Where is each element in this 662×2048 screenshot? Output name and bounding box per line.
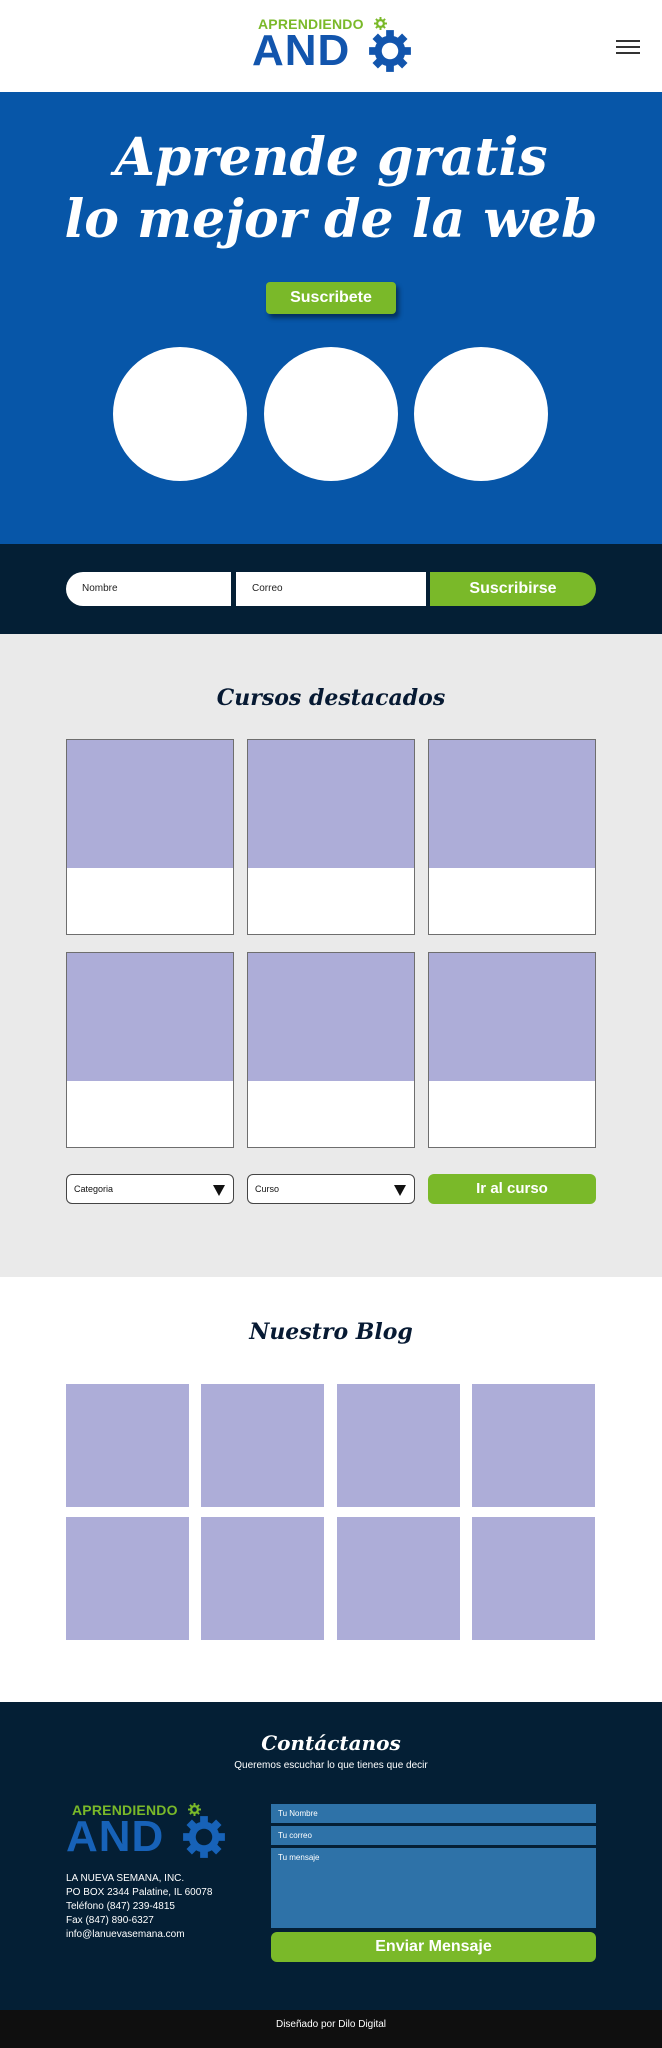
course-thumbnail xyxy=(429,953,595,1081)
hero-title-line2: lo mejor de la web xyxy=(64,189,598,250)
hero-section: Aprende gratis lo mejor de la web Suscri… xyxy=(0,92,662,544)
address-po-box: PO BOX 2344 Palatine, IL 60078 xyxy=(66,1887,213,1898)
contact-section: Contáctanos Queremos escuchar lo que tie… xyxy=(0,1702,662,2010)
blog-post-tile[interactable] xyxy=(472,1517,595,1640)
go-to-course-button[interactable]: Ir al curso xyxy=(428,1174,596,1204)
hero-title-line1: Aprende gratis xyxy=(114,127,548,188)
blog-post-tile[interactable] xyxy=(337,1384,460,1507)
course-thumbnail xyxy=(429,740,595,868)
course-card[interactable] xyxy=(428,739,596,935)
category-select[interactable]: Categoria xyxy=(66,1174,234,1204)
site-logo[interactable]: APRENDIENDO AND xyxy=(252,16,452,76)
contact-name-input[interactable]: Tu Nombre xyxy=(271,1804,596,1823)
blog-post-tile[interactable] xyxy=(201,1517,324,1640)
subscribe-cta-button[interactable]: Suscribete xyxy=(266,282,396,314)
hamburger-menu-icon[interactable] xyxy=(616,40,640,54)
dropdown-arrow-icon xyxy=(394,1185,406,1196)
site-header: APRENDIENDO AND xyxy=(0,0,662,92)
blog-post-tile[interactable] xyxy=(201,1384,324,1507)
dropdown-arrow-icon xyxy=(213,1185,225,1196)
blog-post-tile[interactable] xyxy=(337,1517,460,1640)
course-card[interactable] xyxy=(428,952,596,1148)
course-card[interactable] xyxy=(247,952,415,1148)
footer-logo[interactable]: APRENDIENDO AND xyxy=(66,1802,266,1862)
site-footer: Diseñado por Dilo Digital xyxy=(0,2010,662,2048)
course-thumbnail xyxy=(67,740,233,868)
contact-message-textarea[interactable]: Tu mensaje xyxy=(271,1848,596,1928)
gear-icon xyxy=(183,1816,225,1858)
course-card[interactable] xyxy=(66,952,234,1148)
gear-icon xyxy=(369,30,411,72)
hero-image-circle xyxy=(414,347,548,481)
subscribe-submit-button[interactable]: Suscribirse xyxy=(430,572,596,606)
courses-title: Cursos destacados xyxy=(216,685,446,711)
blog-title: Nuestro Blog xyxy=(249,1319,413,1345)
blog-post-tile[interactable] xyxy=(472,1384,595,1507)
course-select-value: Curso xyxy=(255,1184,280,1194)
logo-wordmark-main: AND xyxy=(66,1812,165,1861)
address-phone: Teléfono (847) 239-4815 xyxy=(66,1901,175,1912)
subscribe-email-input[interactable]: Correo xyxy=(236,572,426,606)
contact-title: Contáctanos xyxy=(261,1731,401,1755)
hero-image-circle xyxy=(264,347,398,481)
course-card[interactable] xyxy=(247,739,415,935)
contact-subtitle: Queremos escuchar lo que tienes que deci… xyxy=(234,1760,428,1771)
send-message-button[interactable]: Enviar Mensaje xyxy=(271,1932,596,1962)
address-email-link[interactable]: info@lanuevasemana.com xyxy=(66,1928,266,1942)
logo-wordmark-main: AND xyxy=(252,26,351,75)
course-thumbnail xyxy=(248,740,414,868)
footer-credit: Diseñado por Dilo Digital xyxy=(275,2019,387,2030)
hero-image-circle xyxy=(113,347,247,481)
category-select-value: Categoria xyxy=(74,1184,114,1194)
blog-post-tile[interactable] xyxy=(66,1384,189,1507)
subscribe-bar: Nombre Correo Suscribirse xyxy=(0,544,662,634)
course-select[interactable]: Curso xyxy=(247,1174,415,1204)
address-company-name: LA NUEVA SEMANA, INC. xyxy=(66,1873,185,1884)
contact-email-input[interactable]: Tu correo xyxy=(271,1826,596,1845)
course-card[interactable] xyxy=(66,739,234,935)
address-fax: Fax (847) 890-6327 xyxy=(66,1915,154,1926)
course-thumbnail xyxy=(67,953,233,1081)
company-address: LA NUEVA SEMANA, INC. PO BOX 2344 Palati… xyxy=(66,1872,266,1942)
subscribe-name-input[interactable]: Nombre xyxy=(66,572,231,606)
course-thumbnail xyxy=(248,953,414,1081)
blog-post-tile[interactable] xyxy=(66,1517,189,1640)
